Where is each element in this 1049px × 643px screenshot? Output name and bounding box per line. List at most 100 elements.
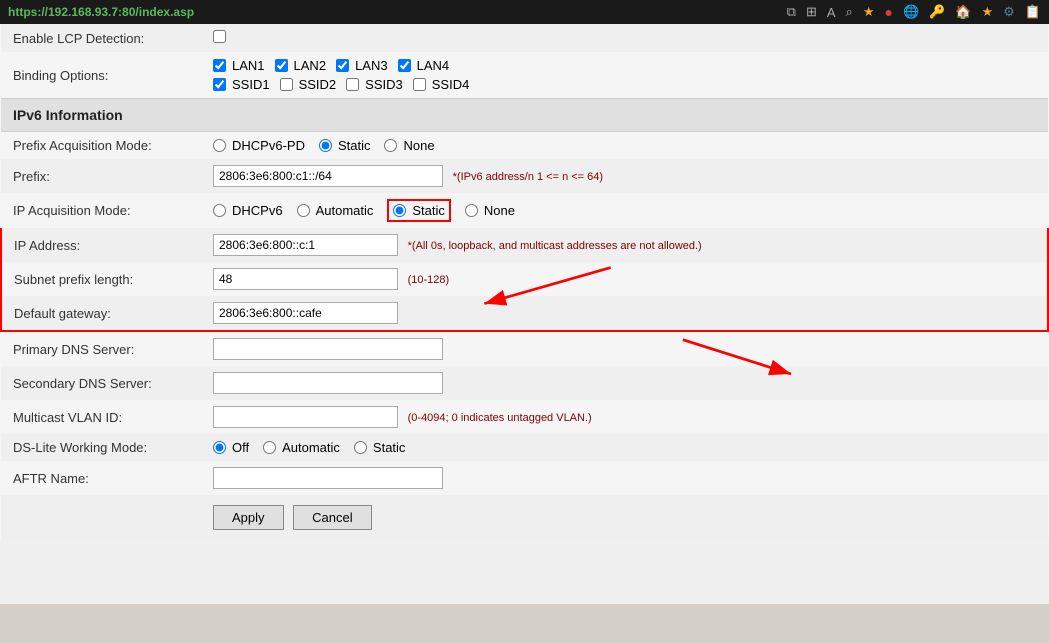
ip-acquisition-label: IP Acquisition Mode: xyxy=(1,193,201,228)
button-cell: Apply Cancel xyxy=(201,495,1048,540)
ds-lite-auto-radio[interactable] xyxy=(263,441,276,454)
multicast-vlan-label: Multicast VLAN ID: xyxy=(1,400,201,434)
form-table: Enable LCP Detection: Binding Options: L… xyxy=(0,24,1049,540)
browser-icon-2[interactable]: ⊞ xyxy=(806,4,817,20)
browser-icon-9[interactable]: 🏠 xyxy=(955,4,971,20)
ssid4-option: SSID4 xyxy=(413,77,470,92)
binding-options-cell: LAN1 LAN2 LAN3 LAN4 xyxy=(201,52,1048,99)
ds-lite-label: DS-Lite Working Mode: xyxy=(1,434,201,461)
ds-lite-static-radio[interactable] xyxy=(354,441,367,454)
enable-lcp-checkbox[interactable] xyxy=(213,30,226,43)
enable-lcp-cell xyxy=(201,24,1048,52)
subnet-prefix-hint: (10-128) xyxy=(408,274,450,286)
ip-address-row: IP Address: *(All 0s, loopback, and mult… xyxy=(1,228,1048,262)
subnet-prefix-cell: (10-128) xyxy=(201,262,1048,296)
prefix-static-label: Static xyxy=(338,138,371,153)
ssid2-checkbox[interactable] xyxy=(280,78,293,91)
lan2-option: LAN2 xyxy=(275,58,327,73)
lan3-option: LAN3 xyxy=(336,58,388,73)
ip-automatic-radio[interactable] xyxy=(297,204,310,217)
ssid1-label: SSID1 xyxy=(232,77,270,92)
browser-icon-12[interactable]: 📋 xyxy=(1025,4,1041,20)
url-display: https://192.168.93.7:80/index.asp xyxy=(8,5,194,19)
lan1-checkbox[interactable] xyxy=(213,59,226,72)
lan3-checkbox[interactable] xyxy=(336,59,349,72)
secondary-dns-row: Secondary DNS Server: xyxy=(1,366,1048,400)
ssid1-option: SSID1 xyxy=(213,77,270,92)
prefix-mode-radios: DHCPv6-PD Static None xyxy=(213,138,1036,153)
prefix-static-option: Static xyxy=(319,138,371,153)
binding-options-row: Binding Options: LAN1 LAN2 L xyxy=(1,52,1048,99)
prefix-input[interactable] xyxy=(213,165,443,187)
prefix-mode-label: Prefix Acquisition Mode: xyxy=(1,132,201,160)
page-content: Enable LCP Detection: Binding Options: L… xyxy=(0,24,1049,604)
button-spacer xyxy=(1,495,201,540)
cancel-button[interactable]: Cancel xyxy=(293,505,371,530)
ip-address-input[interactable] xyxy=(213,234,398,256)
multicast-vlan-input[interactable] xyxy=(213,406,398,428)
ip-automatic-option: Automatic xyxy=(297,203,374,218)
ip-static-radio[interactable] xyxy=(393,204,406,217)
lan2-label: LAN2 xyxy=(294,58,327,73)
ds-lite-auto-option: Automatic xyxy=(263,440,340,455)
multicast-vlan-row: Multicast VLAN ID: (0-4094; 0 indicates … xyxy=(1,400,1048,434)
lan4-option: LAN4 xyxy=(398,58,450,73)
multicast-vlan-cell: (0-4094; 0 indicates untagged VLAN.) xyxy=(201,400,1048,434)
lan4-checkbox[interactable] xyxy=(398,59,411,72)
ip-static-label: Static xyxy=(412,203,445,218)
aftr-name-input[interactable] xyxy=(213,467,443,489)
ssid4-label: SSID4 xyxy=(432,77,470,92)
prefix-none-label: None xyxy=(403,138,434,153)
primary-dns-row: Primary DNS Server: xyxy=(1,331,1048,366)
default-gateway-cell xyxy=(201,296,1048,331)
browser-icon-6[interactable]: ● xyxy=(884,4,892,20)
button-row: Apply Cancel xyxy=(1,495,1048,540)
ssid3-label: SSID3 xyxy=(365,77,403,92)
ip-none-radio[interactable] xyxy=(465,204,478,217)
prefix-label: Prefix: xyxy=(1,159,201,193)
prefix-none-radio[interactable] xyxy=(384,139,397,152)
default-gateway-input[interactable] xyxy=(213,302,398,324)
default-gateway-row: Default gateway: xyxy=(1,296,1048,331)
browser-icon-5[interactable]: ★ xyxy=(863,4,875,20)
ip-dhcpv6-radio[interactable] xyxy=(213,204,226,217)
subnet-prefix-row: Subnet prefix length: (10-128) xyxy=(1,262,1048,296)
ip-dhcpv6-label: DHCPv6 xyxy=(232,203,283,218)
ssid2-label: SSID2 xyxy=(299,77,337,92)
ds-lite-off-label: Off xyxy=(232,440,249,455)
ip-address-hint: *(All 0s, loopback, and multicast addres… xyxy=(408,240,702,252)
ssid-checkboxes: SSID1 SSID2 SSID3 SSID4 xyxy=(213,77,1036,92)
ipv6-header: IPv6 Information xyxy=(1,99,1048,132)
browser-icon-1[interactable]: ⧉ xyxy=(787,4,796,20)
browser-icon-11[interactable]: ⚙ xyxy=(1003,4,1015,20)
primary-dns-input[interactable] xyxy=(213,338,443,360)
ip-none-label: None xyxy=(484,203,515,218)
browser-icon-8[interactable]: 🔑 xyxy=(929,4,945,20)
ssid1-checkbox[interactable] xyxy=(213,78,226,91)
ds-lite-off-radio[interactable] xyxy=(213,441,226,454)
prefix-row: Prefix: *(IPv6 address/n 1 <= n <= 64) xyxy=(1,159,1048,193)
prefix-none-option: None xyxy=(384,138,434,153)
multicast-vlan-hint: (0-4094; 0 indicates untagged VLAN.) xyxy=(408,412,592,424)
ds-lite-static-label: Static xyxy=(373,440,406,455)
browser-icon-10[interactable]: ★ xyxy=(982,4,994,20)
lan2-checkbox[interactable] xyxy=(275,59,288,72)
ssid3-checkbox[interactable] xyxy=(346,78,359,91)
apply-button[interactable]: Apply xyxy=(213,505,284,530)
ip-dhcpv6-option: DHCPv6 xyxy=(213,203,283,218)
browser-icon-3[interactable]: A xyxy=(827,5,836,20)
ssid2-option: SSID2 xyxy=(280,77,337,92)
ip-acquisition-radios: DHCPv6 Automatic Static None xyxy=(213,199,1036,222)
prefix-static-radio[interactable] xyxy=(319,139,332,152)
subnet-prefix-input[interactable] xyxy=(213,268,398,290)
ssid4-checkbox[interactable] xyxy=(413,78,426,91)
secondary-dns-input[interactable] xyxy=(213,372,443,394)
secondary-dns-label: Secondary DNS Server: xyxy=(1,366,201,400)
prefix-mode-cell: DHCPv6-PD Static None xyxy=(201,132,1048,160)
browser-icon-7[interactable]: 🌐 xyxy=(903,4,919,20)
aftr-name-row: AFTR Name: xyxy=(1,461,1048,495)
browser-icon-4[interactable]: ⌕ xyxy=(846,4,853,20)
ipv6-header-row: IPv6 Information xyxy=(1,99,1048,132)
prefix-dhcpv6pd-option: DHCPv6-PD xyxy=(213,138,305,153)
prefix-dhcpv6pd-radio[interactable] xyxy=(213,139,226,152)
